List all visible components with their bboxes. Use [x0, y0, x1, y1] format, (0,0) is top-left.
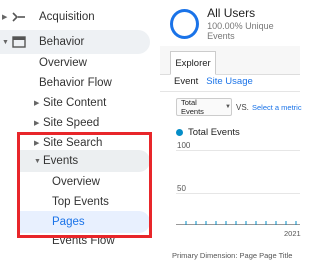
- metric-select[interactable]: Total Events ▼: [176, 98, 232, 116]
- behavior-icon: [11, 35, 27, 49]
- y-tick-label: 50: [177, 184, 186, 193]
- sidebar-item-label: Acquisition: [39, 11, 95, 23]
- divider: [160, 91, 300, 92]
- sidebar-item-label: Overview: [39, 57, 87, 69]
- subtab-site-usage[interactable]: Site Usage: [206, 76, 252, 87]
- chart-baseline-marks: [185, 221, 297, 225]
- segment-subtitle: 100.00% Unique Events: [207, 21, 274, 41]
- expand-arrow-icon: ▶: [34, 100, 40, 107]
- segment-title: All Users: [207, 6, 256, 20]
- collapse-arrow-icon: ▼: [2, 38, 9, 46]
- tab-bar: Explorer: [160, 46, 300, 75]
- annotation-highlight-box: [17, 132, 152, 238]
- select-metric-link[interactable]: Select a metric: [252, 103, 302, 112]
- sidebar-item-label: Site Content: [43, 97, 107, 109]
- sidebar-item-label: Behavior: [39, 36, 85, 48]
- subtab-event[interactable]: Event: [174, 76, 198, 87]
- metric-select-value: Total Events: [181, 98, 204, 116]
- sidebar-item-label: Site Speed: [43, 117, 100, 129]
- legend-label: Total Events: [188, 127, 240, 138]
- primary-dimension-text: Primary Dimension: Page Page Title: [172, 251, 293, 260]
- sidebar-item-label: Behavior Flow: [39, 77, 112, 89]
- sidebar-item-acquisition[interactable]: ▶ Acquisition: [2, 6, 152, 28]
- acquisition-icon: [11, 10, 27, 24]
- sidebar: ▶ Acquisition ▼ Behavior Overview Behavi…: [0, 0, 160, 257]
- gridline: [176, 150, 300, 151]
- chart-legend: Total Events: [176, 127, 240, 138]
- segment-card[interactable]: All Users 100.00% Unique Events: [170, 6, 300, 41]
- x-tick-label: 2021: [284, 229, 301, 238]
- expand-arrow-icon: ▶: [2, 14, 8, 21]
- legend-dot-icon: [176, 129, 183, 136]
- chevron-down-icon: ▼: [225, 104, 231, 110]
- segment-circle-icon: [170, 8, 200, 39]
- y-tick-label: 100: [177, 141, 191, 150]
- tab-explorer[interactable]: Explorer: [170, 51, 216, 75]
- gridline: [176, 193, 300, 194]
- sidebar-item-behavior[interactable]: ▼ Behavior: [2, 31, 152, 53]
- vs-label: VS.: [236, 103, 249, 112]
- subtab-bar: Event Site Usage: [174, 76, 253, 87]
- main-panel: All Users 100.00% Unique Events Explorer…: [160, 0, 302, 260]
- expand-arrow-icon: ▶: [34, 120, 40, 127]
